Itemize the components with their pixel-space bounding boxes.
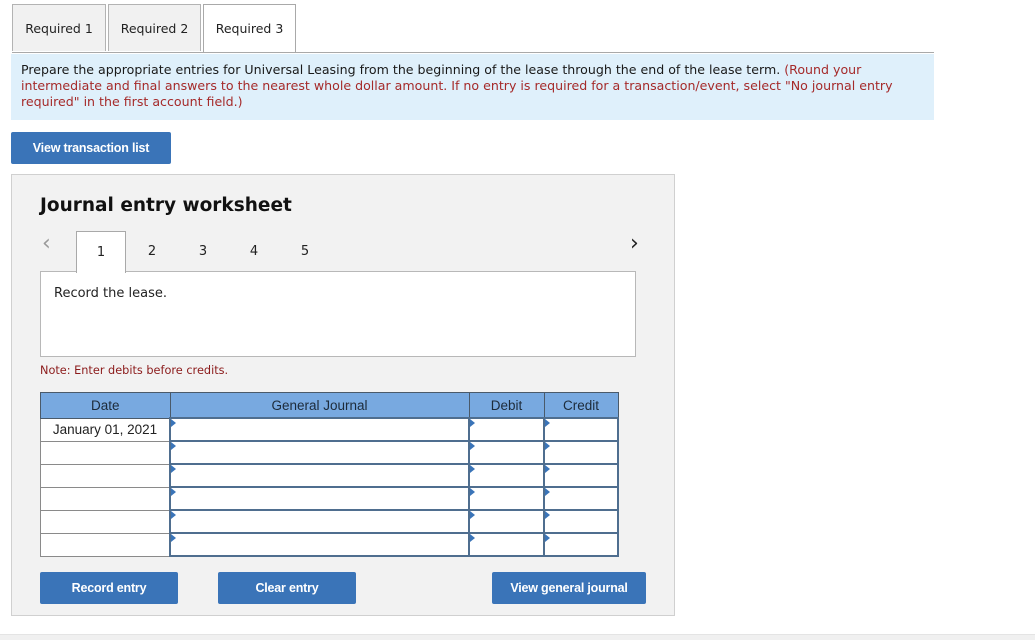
instructions-box: Prepare the appropriate entries for Univ…	[11, 54, 934, 120]
credit-input[interactable]	[543, 417, 619, 442]
entry-tab-1[interactable]: 1	[76, 231, 126, 273]
journal-row	[40, 486, 619, 511]
tab-required-1[interactable]: Required 1	[12, 4, 106, 51]
dropdown-marker-icon	[171, 488, 176, 496]
dropdown-marker-icon	[545, 442, 550, 450]
dropdown-marker-icon	[470, 488, 475, 496]
debit-input[interactable]	[468, 486, 545, 511]
clear-entry-button[interactable]: Clear entry	[218, 572, 356, 604]
debit-input[interactable]	[468, 417, 545, 442]
debits-credits-note: Note: Enter debits before credits.	[40, 364, 229, 377]
journal-row	[40, 532, 619, 557]
entry-tab-5[interactable]: 5	[280, 231, 330, 272]
journal-header-row: Date General Journal Debit Credit	[40, 392, 619, 419]
chevron-left-icon[interactable]: ‹	[42, 233, 51, 255]
tab-required-2[interactable]: Required 2	[108, 4, 201, 51]
dropdown-marker-icon	[545, 534, 550, 542]
journal-row	[40, 509, 619, 534]
entry-tab-3[interactable]: 3	[178, 231, 228, 272]
journal-row	[40, 463, 619, 488]
dropdown-marker-icon	[470, 534, 475, 542]
journal-row	[40, 440, 619, 465]
account-input[interactable]	[169, 486, 470, 511]
dropdown-marker-icon	[171, 511, 176, 519]
worksheet-title: Journal entry worksheet	[40, 195, 292, 216]
entry-tab-4[interactable]: 4	[229, 231, 279, 272]
date-cell	[40, 532, 171, 557]
dropdown-marker-icon	[545, 488, 550, 496]
header-date: Date	[40, 392, 171, 419]
dropdown-marker-icon	[470, 465, 475, 473]
dropdown-marker-icon	[470, 511, 475, 519]
credit-input[interactable]	[543, 486, 619, 511]
header-credit: Credit	[543, 392, 619, 419]
record-entry-button[interactable]: Record entry	[40, 572, 178, 604]
credit-input[interactable]	[543, 509, 619, 534]
dropdown-marker-icon	[470, 442, 475, 450]
dropdown-marker-icon	[470, 419, 475, 427]
debit-input[interactable]	[468, 509, 545, 534]
chevron-right-icon[interactable]: ›	[630, 233, 639, 255]
dropdown-marker-icon	[545, 511, 550, 519]
requirement-tabs: Required 1 Required 2 Required 3	[12, 4, 934, 53]
footer-divider	[0, 634, 1035, 640]
account-input[interactable]	[169, 509, 470, 534]
debit-input[interactable]	[468, 440, 545, 465]
account-input[interactable]	[169, 532, 470, 557]
credit-input[interactable]	[543, 532, 619, 557]
credit-input[interactable]	[543, 440, 619, 465]
view-general-journal-button[interactable]: View general journal	[492, 572, 646, 604]
debit-input[interactable]	[468, 463, 545, 488]
debit-input[interactable]	[468, 532, 545, 557]
date-cell	[40, 486, 171, 511]
instructions-text: Prepare the appropriate entries for Univ…	[21, 62, 781, 77]
entry-tab-2[interactable]: 2	[127, 231, 177, 272]
header-general-journal: General Journal	[169, 392, 470, 419]
dropdown-marker-icon	[171, 465, 176, 473]
date-cell: January 01, 2021	[40, 417, 171, 442]
account-input[interactable]	[169, 463, 470, 488]
tab-required-3[interactable]: Required 3	[203, 4, 296, 52]
header-debit: Debit	[468, 392, 545, 419]
credit-input[interactable]	[543, 463, 619, 488]
entry-description-box: Record the lease.	[40, 271, 636, 357]
journal-row: January 01, 2021	[40, 417, 619, 442]
entry-description: Record the lease.	[54, 286, 167, 301]
dropdown-marker-icon	[545, 419, 550, 427]
date-cell	[40, 509, 171, 534]
date-cell	[40, 440, 171, 465]
dropdown-marker-icon	[171, 419, 176, 427]
account-input[interactable]	[169, 417, 470, 442]
dropdown-marker-icon	[545, 465, 550, 473]
dropdown-marker-icon	[171, 534, 176, 542]
date-cell	[40, 463, 171, 488]
view-transaction-list-button[interactable]: View transaction list	[11, 132, 171, 164]
dropdown-marker-icon	[171, 442, 176, 450]
account-input[interactable]	[169, 440, 470, 465]
journal-table: Date General Journal Debit Credit Januar…	[40, 392, 619, 557]
journal-entry-worksheet-panel: Journal entry worksheet ‹ 1 2 3 4 5 › Re…	[11, 174, 675, 616]
